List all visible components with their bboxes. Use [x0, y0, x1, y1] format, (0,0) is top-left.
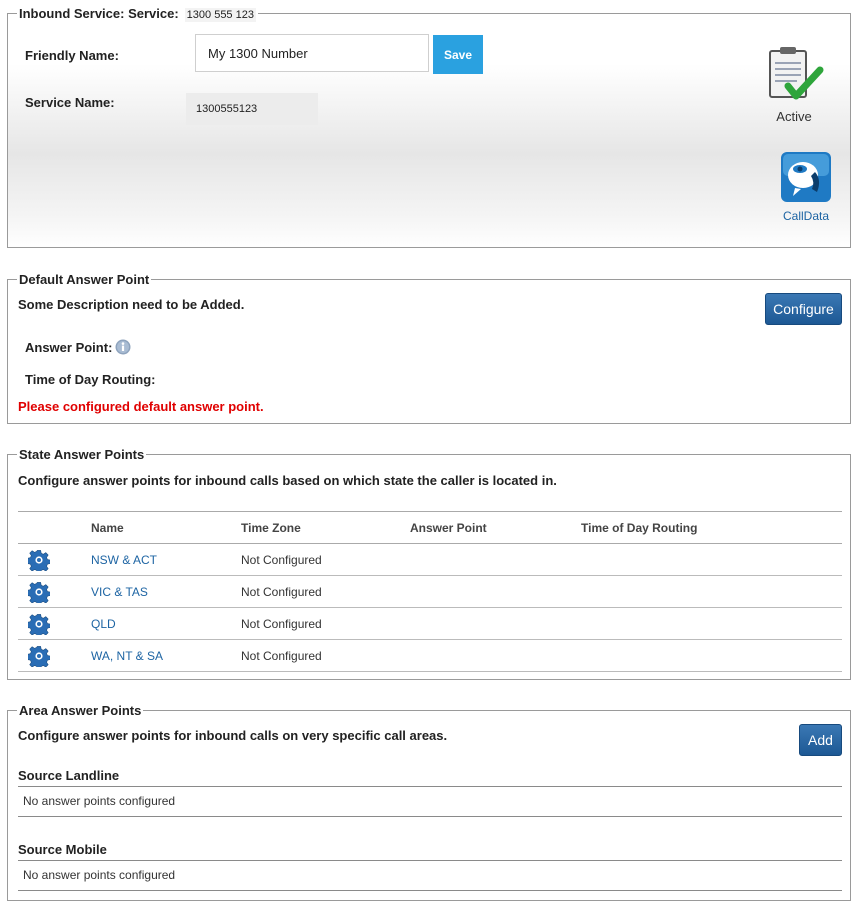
inbound-service-legend: Inbound Service: Service: 1300 555 123 — [17, 6, 258, 23]
answer-point-label: Answer Point: — [25, 340, 113, 355]
state-answer-points-legend: State Answer Points — [17, 447, 147, 462]
source-mobile-empty: No answer points configured — [18, 860, 842, 891]
column-header-name: Name — [91, 511, 241, 544]
calldata-label[interactable]: CallData — [776, 209, 836, 223]
friendly-name-input[interactable] — [195, 34, 429, 72]
time-zone-cell: Not Configured — [241, 575, 410, 608]
gear-icon[interactable] — [28, 645, 50, 667]
state-answer-points-panel: State Answer Points Configure answer poi… — [7, 447, 851, 680]
info-icon[interactable] — [115, 339, 131, 355]
service-name-label: Service Name: — [25, 95, 115, 110]
answer-point-cell — [410, 575, 581, 608]
default-answer-point-legend: Default Answer Point — [17, 272, 152, 287]
tod-cell — [581, 543, 842, 576]
area-answer-points-panel: Area Answer Points Configure answer poin… — [7, 703, 851, 901]
default-answer-point-panel: Default Answer Point Some Description ne… — [7, 272, 851, 424]
state-answer-points-description: Configure answer points for inbound call… — [18, 473, 557, 488]
inbound-service-title: Inbound Service: Service: — [19, 6, 179, 21]
tod-cell — [581, 607, 842, 640]
answer-point-cell — [410, 607, 581, 640]
service-name-value: 1300555123 — [186, 93, 318, 125]
inbound-service-panel: Inbound Service: Service: 1300 555 123 Fr… — [7, 6, 851, 248]
table-row: NSW & ACT Not Configured — [18, 543, 842, 576]
time-zone-cell: Not Configured — [241, 607, 410, 640]
answer-point-cell — [410, 639, 581, 672]
default-answer-point-error: Please configured default answer point. — [18, 399, 264, 414]
source-mobile-heading: Source Mobile — [18, 842, 842, 861]
tod-cell — [581, 639, 842, 672]
table-header-row: Name Time Zone Answer Point Time of Day … — [18, 511, 842, 544]
column-header-time-zone: Time Zone — [241, 511, 410, 544]
gear-icon[interactable] — [28, 581, 50, 603]
area-answer-points-legend: Area Answer Points — [17, 703, 144, 718]
answer-point-cell — [410, 543, 581, 576]
tod-cell — [581, 575, 842, 608]
state-link-vic-tas[interactable]: VIC & TAS — [91, 585, 148, 599]
default-answer-point-description: Some Description need to be Added. — [18, 297, 245, 312]
service-number: 1300 555 123 — [184, 8, 256, 22]
column-header-answer-point: Answer Point — [410, 511, 581, 544]
calldata-icon[interactable] — [781, 152, 831, 202]
table-row: VIC & TAS Not Configured — [18, 575, 842, 608]
add-button[interactable]: Add — [799, 724, 842, 756]
time-zone-cell: Not Configured — [241, 639, 410, 672]
configure-button[interactable]: Configure — [765, 293, 842, 325]
gear-icon[interactable] — [28, 549, 50, 571]
gear-icon[interactable] — [28, 613, 50, 635]
calldata-link[interactable]: CallData — [776, 152, 836, 223]
source-landline-heading: Source Landline — [18, 768, 842, 787]
state-link-qld[interactable]: QLD — [91, 617, 116, 631]
friendly-name-label: Friendly Name: — [25, 48, 119, 63]
save-button[interactable]: Save — [433, 35, 483, 74]
state-link-wa-nt-sa[interactable]: WA, NT & SA — [91, 649, 163, 663]
table-row: QLD Not Configured — [18, 607, 842, 640]
column-header-time-of-day-routing: Time of Day Routing — [581, 511, 842, 544]
clipboard-check-icon — [769, 47, 824, 100]
state-link-nsw-act[interactable]: NSW & ACT — [91, 553, 157, 567]
time-zone-cell: Not Configured — [241, 543, 410, 576]
area-answer-points-description: Configure answer points for inbound call… — [18, 728, 448, 743]
status-indicator: Active — [764, 46, 824, 124]
status-label: Active — [776, 109, 812, 124]
time-of-day-routing-label: Time of Day Routing: — [25, 372, 156, 387]
source-landline-empty: No answer points configured — [18, 786, 842, 817]
state-answer-points-table: Name Time Zone Answer Point Time of Day … — [18, 511, 842, 672]
column-header-actions — [18, 511, 91, 544]
table-row: WA, NT & SA Not Configured — [18, 639, 842, 672]
